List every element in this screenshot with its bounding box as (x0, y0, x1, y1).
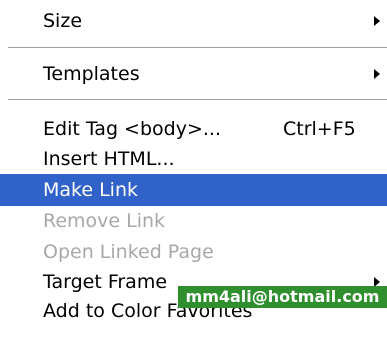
menu-item-shortcut: Ctrl+F5 (283, 118, 356, 140)
menu-separator (8, 47, 387, 49)
menu-item-label: Open Linked Page (43, 241, 214, 263)
menu-item-insert-html[interactable]: Insert HTML... (0, 143, 387, 175)
menu-item-label: Target Frame (43, 271, 168, 293)
menu-item-label: Insert HTML... (43, 148, 175, 170)
submenu-arrow-icon (374, 69, 380, 79)
menu-item-open-linked-page: Open Linked Page (0, 236, 387, 268)
menu-item-label: Remove Link (43, 210, 166, 232)
menu-separator (8, 99, 387, 101)
menu-item-label: Size (43, 10, 83, 32)
menu-item-make-link[interactable]: Make Link (0, 174, 387, 206)
menu-item-remove-link: Remove Link (0, 205, 387, 237)
email-watermark: mm4ali@hotmail.com (178, 286, 387, 308)
menu-item-label: Edit Tag <body>... (43, 118, 221, 140)
submenu-arrow-icon (374, 16, 380, 26)
menu-item-templates[interactable]: Templates (0, 58, 387, 90)
menu-item-label: Templates (43, 63, 140, 85)
menu-item-size[interactable]: Size (0, 5, 387, 37)
menu-item-edit-tag[interactable]: Edit Tag <body>... Ctrl+F5 (0, 113, 387, 145)
context-menu: Size Templates Edit Tag <body>... Ctrl+F… (0, 0, 387, 343)
menu-item-label: Make Link (43, 179, 138, 201)
